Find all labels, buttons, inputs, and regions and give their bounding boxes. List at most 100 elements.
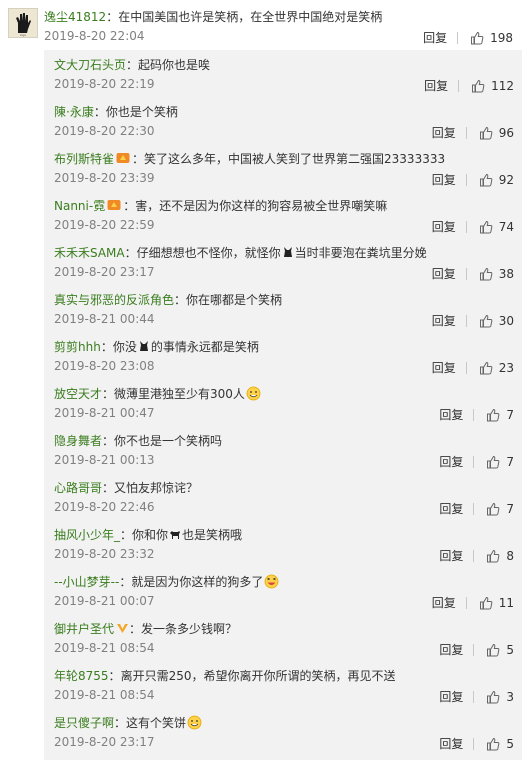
divider	[457, 31, 459, 44]
reply-author[interactable]: 真实与邪恶的反派角色	[54, 293, 174, 307]
reply-text: 你没	[112, 340, 137, 354]
thumbs-up-icon[interactable]	[479, 220, 493, 234]
grin-emoji-icon	[246, 386, 261, 401]
thumbs-up-icon[interactable]	[479, 314, 493, 328]
reply-author[interactable]: Nanni-霓	[54, 199, 105, 213]
reply-time: 2019-8-20 22:46	[54, 500, 155, 514]
reply-author[interactable]: 御井户圣代	[54, 622, 114, 636]
divider	[473, 690, 475, 703]
reply-time: 2019-8-21 00:13	[54, 453, 155, 467]
reply-text: 你和你	[132, 528, 169, 542]
reply-time: 2019-8-21 08:54	[54, 641, 155, 655]
separator: ：	[93, 105, 106, 119]
list-item: 心路哥哥：又怕友邦惊诧？ 2019-8-20 22:46 回复 7	[44, 473, 522, 520]
list-item: 禾禾禾SAMA：仔细想想也不怪你，就怪你 当时非要泡在粪坑里分娩 2019-8-2…	[44, 238, 522, 285]
reply-button[interactable]: 回复	[439, 735, 463, 752]
reply-time: 2019-8-20 23:17	[54, 735, 155, 749]
reply-author[interactable]: 是只傻子啊	[54, 716, 114, 730]
reply-button[interactable]: 回复	[439, 453, 463, 470]
thumbs-up-icon[interactable]	[486, 737, 500, 751]
reply-button[interactable]: 回复	[439, 547, 463, 564]
reply-author[interactable]: 剪剪hhh	[54, 340, 101, 354]
like-count: 38	[498, 266, 514, 281]
thumbs-up-icon[interactable]	[486, 408, 500, 422]
reply-actions: 回复 30	[432, 312, 514, 329]
thumbs-up-icon[interactable]	[479, 596, 493, 610]
reply-button[interactable]: 回复	[432, 359, 456, 376]
reply-time: 2019-8-20 22:19	[54, 77, 155, 91]
comment-line: 逸尘41812：在中国美国也许是笑柄，在全世界中国绝对是笑柄	[44, 8, 382, 25]
reply-author[interactable]: 文大刀石头页	[54, 58, 126, 72]
reply-actions: 回复 74	[432, 218, 514, 235]
thumbs-up-icon[interactable]	[486, 549, 500, 563]
reply-author[interactable]: 隐身舞者	[54, 434, 102, 448]
reply-button[interactable]: 回复	[439, 406, 463, 423]
reply-actions: 回复 7	[439, 453, 514, 470]
reply-author[interactable]: 布列斯特雀	[54, 152, 114, 166]
reply-button[interactable]: 回复	[432, 265, 456, 282]
reply-author[interactable]: 禾禾禾SAMA	[54, 246, 125, 260]
divider	[465, 596, 467, 609]
comment-author[interactable]: 逸尘41812	[44, 10, 106, 24]
reply-button[interactable]: 回复	[423, 29, 447, 46]
reply-text: 发一条多少钱啊？	[141, 622, 238, 636]
reply-line: 是只傻子啊：这有个笑饼	[54, 714, 203, 731]
separator: ：	[174, 293, 187, 307]
doge-dog-icon	[138, 340, 150, 352]
divider	[465, 173, 467, 186]
reply-button[interactable]: 回复	[439, 688, 463, 705]
reply-button[interactable]: 回复	[432, 124, 456, 141]
thumbs-up-icon[interactable]	[486, 643, 500, 657]
like-count: 11	[498, 595, 514, 610]
divider	[473, 408, 475, 421]
list-item: --小山梦芽--：就是因为你这样的狗多了 2019-8-21 00:07 回复 1…	[44, 567, 522, 614]
list-item: 隐身舞者：你不也是一个笑柄吗 2019-8-21 00:13 回复 7	[44, 426, 522, 473]
svg-text:logo: logo	[20, 33, 27, 37]
thumbs-up-icon[interactable]	[479, 361, 493, 375]
avatar[interactable]: logo	[8, 8, 38, 38]
separator: ：	[124, 246, 137, 260]
reply-button[interactable]: 回复	[432, 312, 456, 329]
reply-author[interactable]: 放空天才	[54, 387, 102, 401]
list-item: 真实与邪恶的反派角色：你在哪都是个笑柄 2019-8-21 00:44 回复 30	[44, 285, 522, 332]
reply-author[interactable]: 年轮8755	[54, 669, 109, 683]
reply-button[interactable]: 回复	[432, 594, 456, 611]
reply-line: 放空天才：微薄里港独至少有300人	[54, 385, 262, 402]
divider	[473, 549, 475, 562]
like-count: 92	[498, 172, 514, 187]
thumbs-up-icon[interactable]	[479, 173, 493, 187]
reply-time: 2019-8-20 23:32	[54, 547, 155, 561]
thumbs-up-icon[interactable]	[479, 126, 493, 140]
reply-time: 2019-8-20 23:39	[54, 171, 155, 185]
reply-author[interactable]: --小山梦芽--	[54, 575, 119, 589]
top-comment: logo 逸尘41812：在中国美国也许是笑柄，在全世界中国绝对是笑柄 2019…	[0, 0, 531, 50]
thumbs-up-icon[interactable]	[486, 455, 500, 469]
laughing-emoji-icon	[264, 574, 279, 589]
like-count: 74	[498, 219, 514, 234]
list-item: 文大刀石头页：起码你也是唉 2019-8-20 22:19 回复 112	[44, 50, 522, 97]
reply-button[interactable]: 回复	[439, 500, 463, 517]
grin-emoji-icon	[187, 715, 202, 730]
reply-actions: 回复 3	[439, 688, 514, 705]
reply-author[interactable]: 抽风小少年_	[54, 528, 120, 542]
reply-button[interactable]: 回复	[432, 171, 456, 188]
thumbs-up-icon[interactable]	[479, 267, 493, 281]
reply-button[interactable]: 回复	[439, 641, 463, 658]
reply-author[interactable]: 陳·永康	[54, 105, 94, 119]
thumbs-up-icon[interactable]	[470, 31, 484, 45]
reply-time: 2019-8-21 00:47	[54, 406, 155, 420]
thumbs-up-icon[interactable]	[486, 690, 500, 704]
list-item: 放空天才：微薄里港独至少有300人 2019-8-21 00:47 回复 7	[44, 379, 522, 426]
divider	[458, 79, 460, 92]
reply-text-continued: 也是笑柄哦	[182, 528, 243, 542]
comment-time: 2019-8-20 22:04	[44, 29, 145, 43]
thumbs-up-icon[interactable]	[486, 502, 500, 516]
thumbs-up-icon[interactable]	[471, 79, 485, 93]
reply-line: 陳·永康：你也是个笑柄	[54, 103, 178, 120]
like-count: 30	[498, 313, 514, 328]
reply-author[interactable]: 心路哥哥	[54, 481, 102, 495]
reply-time: 2019-8-20 23:08	[54, 359, 155, 373]
reply-text: 离开只需250，希望你离开你所谓的笑柄，再见不送	[120, 669, 396, 683]
reply-button[interactable]: 回复	[432, 218, 456, 235]
reply-button[interactable]: 回复	[424, 77, 448, 94]
